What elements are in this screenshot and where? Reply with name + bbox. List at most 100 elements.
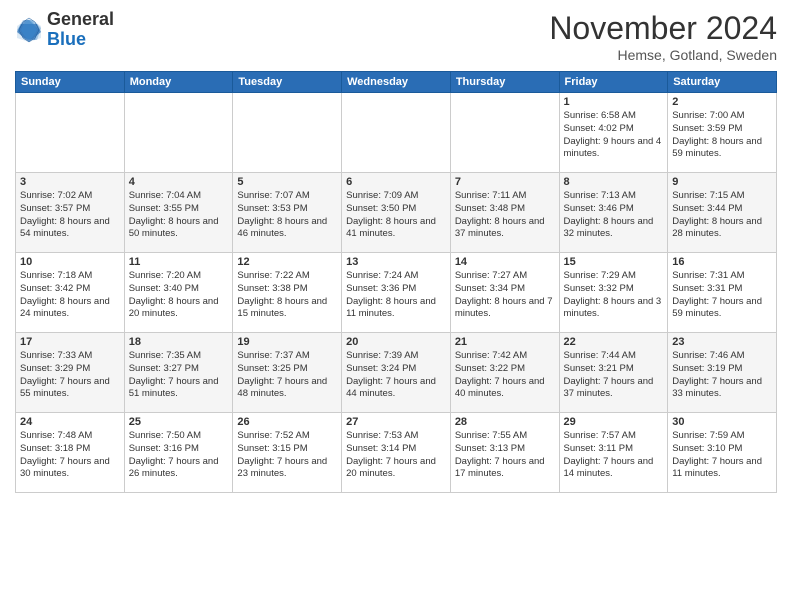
day-number: 21 bbox=[455, 336, 555, 348]
day-number: 20 bbox=[346, 336, 446, 348]
cell-3-5: 22 Sunrise: 7:44 AMSunset: 3:21 PMDayligh… bbox=[559, 333, 668, 413]
day-info: Sunrise: 7:27 AMSunset: 3:34 PMDaylight:… bbox=[455, 270, 555, 321]
header-friday: Friday bbox=[559, 72, 668, 93]
cell-2-1: 11 Sunrise: 7:20 AMSunset: 3:40 PMDayligh… bbox=[124, 253, 233, 333]
logo-general-text: General bbox=[47, 9, 114, 29]
cell-2-4: 14 Sunrise: 7:27 AMSunset: 3:34 PMDayligh… bbox=[450, 253, 559, 333]
logo: General Blue bbox=[15, 10, 114, 50]
week-row-1: 3 Sunrise: 7:02 AMSunset: 3:57 PMDaylight… bbox=[16, 173, 777, 253]
day-info: Sunrise: 7:15 AMSunset: 3:44 PMDaylight:… bbox=[672, 190, 772, 241]
day-info: Sunrise: 7:00 AMSunset: 3:59 PMDaylight:… bbox=[672, 110, 772, 161]
day-info: Sunrise: 7:57 AMSunset: 3:11 PMDaylight:… bbox=[564, 430, 664, 481]
day-info: Sunrise: 7:13 AMSunset: 3:46 PMDaylight:… bbox=[564, 190, 664, 241]
logo-text: General Blue bbox=[47, 10, 114, 50]
day-number: 27 bbox=[346, 416, 446, 428]
day-number: 11 bbox=[129, 256, 229, 268]
day-number: 28 bbox=[455, 416, 555, 428]
cell-4-6: 30 Sunrise: 7:59 AMSunset: 3:10 PMDayligh… bbox=[668, 413, 777, 493]
day-info: Sunrise: 7:35 AMSunset: 3:27 PMDaylight:… bbox=[129, 350, 229, 401]
cell-1-6: 9 Sunrise: 7:15 AMSunset: 3:44 PMDaylight… bbox=[668, 173, 777, 253]
day-number: 2 bbox=[672, 96, 772, 108]
calendar-page: General Blue November 2024 Hemse, Gotlan… bbox=[0, 0, 792, 612]
day-number: 18 bbox=[129, 336, 229, 348]
cell-3-6: 23Sunrise: 7:46 AMSunset: 3:19 PMDayligh… bbox=[668, 333, 777, 413]
day-info: Sunrise: 7:44 AMSunset: 3:21 PMDaylight:… bbox=[564, 350, 664, 401]
day-number: 14 bbox=[455, 256, 555, 268]
day-number: 24 bbox=[20, 416, 120, 428]
day-info: Sunrise: 7:48 AMSunset: 3:18 PMDaylight:… bbox=[20, 430, 120, 481]
day-info: Sunrise: 7:33 AMSunset: 3:29 PMDaylight:… bbox=[20, 350, 120, 401]
day-info: Sunrise: 7:02 AMSunset: 3:57 PMDaylight:… bbox=[20, 190, 120, 241]
day-info: Sunrise: 7:09 AMSunset: 3:50 PMDaylight:… bbox=[346, 190, 446, 241]
header-tuesday: Tuesday bbox=[233, 72, 342, 93]
cell-1-1: 4Sunrise: 7:04 AMSunset: 3:55 PMDaylight… bbox=[124, 173, 233, 253]
cell-4-0: 24 Sunrise: 7:48 AMSunset: 3:18 PMDayligh… bbox=[16, 413, 125, 493]
cell-2-0: 10Sunrise: 7:18 AMSunset: 3:42 PMDayligh… bbox=[16, 253, 125, 333]
cell-1-3: 6 Sunrise: 7:09 AMSunset: 3:50 PMDaylight… bbox=[342, 173, 451, 253]
week-row-4: 24 Sunrise: 7:48 AMSunset: 3:18 PMDayligh… bbox=[16, 413, 777, 493]
header-thursday: Thursday bbox=[450, 72, 559, 93]
day-info: Sunrise: 7:55 AMSunset: 3:13 PMDaylight:… bbox=[455, 430, 555, 481]
cell-0-3 bbox=[342, 93, 451, 173]
location: Hemse, Gotland, Sweden bbox=[549, 47, 777, 63]
day-info: Sunrise: 7:42 AMSunset: 3:22 PMDaylight:… bbox=[455, 350, 555, 401]
cell-3-0: 17 Sunrise: 7:33 AMSunset: 3:29 PMDayligh… bbox=[16, 333, 125, 413]
cell-1-4: 7Sunrise: 7:11 AMSunset: 3:48 PMDaylight… bbox=[450, 173, 559, 253]
day-number: 13 bbox=[346, 256, 446, 268]
header-sunday: Sunday bbox=[16, 72, 125, 93]
day-number: 5 bbox=[237, 176, 337, 188]
calendar-header-row: Sunday Monday Tuesday Wednesday Thursday… bbox=[16, 72, 777, 93]
cell-0-4 bbox=[450, 93, 559, 173]
day-number: 17 bbox=[20, 336, 120, 348]
cell-1-5: 8Sunrise: 7:13 AMSunset: 3:46 PMDaylight… bbox=[559, 173, 668, 253]
day-number: 6 bbox=[346, 176, 446, 188]
day-number: 29 bbox=[564, 416, 664, 428]
day-info: Sunrise: 7:24 AMSunset: 3:36 PMDaylight:… bbox=[346, 270, 446, 321]
cell-0-2 bbox=[233, 93, 342, 173]
day-info: Sunrise: 6:58 AMSunset: 4:02 PMDaylight:… bbox=[564, 110, 664, 161]
logo-blue-text: Blue bbox=[47, 29, 86, 49]
day-info: Sunrise: 7:29 AMSunset: 3:32 PMDaylight:… bbox=[564, 270, 664, 321]
week-row-3: 17 Sunrise: 7:33 AMSunset: 3:29 PMDayligh… bbox=[16, 333, 777, 413]
header: General Blue November 2024 Hemse, Gotlan… bbox=[15, 10, 777, 63]
cell-2-2: 12Sunrise: 7:22 AMSunset: 3:38 PMDayligh… bbox=[233, 253, 342, 333]
day-info: Sunrise: 7:31 AMSunset: 3:31 PMDaylight:… bbox=[672, 270, 772, 321]
day-number: 25 bbox=[129, 416, 229, 428]
cell-1-2: 5 Sunrise: 7:07 AMSunset: 3:53 PMDaylight… bbox=[233, 173, 342, 253]
day-info: Sunrise: 7:20 AMSunset: 3:40 PMDaylight:… bbox=[129, 270, 229, 321]
day-number: 22 bbox=[564, 336, 664, 348]
header-monday: Monday bbox=[124, 72, 233, 93]
cell-0-5: 1 Sunrise: 6:58 AMSunset: 4:02 PMDaylight… bbox=[559, 93, 668, 173]
cell-3-1: 18 Sunrise: 7:35 AMSunset: 3:27 PMDayligh… bbox=[124, 333, 233, 413]
day-number: 1 bbox=[564, 96, 664, 108]
day-info: Sunrise: 7:07 AMSunset: 3:53 PMDaylight:… bbox=[237, 190, 337, 241]
header-saturday: Saturday bbox=[668, 72, 777, 93]
cell-4-5: 29 Sunrise: 7:57 AMSunset: 3:11 PMDayligh… bbox=[559, 413, 668, 493]
cell-2-3: 13 Sunrise: 7:24 AMSunset: 3:36 PMDayligh… bbox=[342, 253, 451, 333]
cell-4-4: 28 Sunrise: 7:55 AMSunset: 3:13 PMDayligh… bbox=[450, 413, 559, 493]
cell-3-4: 21 Sunrise: 7:42 AMSunset: 3:22 PMDayligh… bbox=[450, 333, 559, 413]
day-info: Sunrise: 7:11 AMSunset: 3:48 PMDaylight:… bbox=[455, 190, 555, 241]
day-info: Sunrise: 7:53 AMSunset: 3:14 PMDaylight:… bbox=[346, 430, 446, 481]
cell-2-5: 15 Sunrise: 7:29 AMSunset: 3:32 PMDayligh… bbox=[559, 253, 668, 333]
day-number: 15 bbox=[564, 256, 664, 268]
month-title: November 2024 bbox=[549, 10, 777, 47]
day-info: Sunrise: 7:50 AMSunset: 3:16 PMDaylight:… bbox=[129, 430, 229, 481]
day-number: 9 bbox=[672, 176, 772, 188]
day-number: 3 bbox=[20, 176, 120, 188]
cell-4-2: 26Sunrise: 7:52 AMSunset: 3:15 PMDayligh… bbox=[233, 413, 342, 493]
day-info: Sunrise: 7:37 AMSunset: 3:25 PMDaylight:… bbox=[237, 350, 337, 401]
day-number: 10 bbox=[20, 256, 120, 268]
day-number: 26 bbox=[237, 416, 337, 428]
day-number: 30 bbox=[672, 416, 772, 428]
header-wednesday: Wednesday bbox=[342, 72, 451, 93]
cell-2-6: 16 Sunrise: 7:31 AMSunset: 3:31 PMDayligh… bbox=[668, 253, 777, 333]
title-block: November 2024 Hemse, Gotland, Sweden bbox=[549, 10, 777, 63]
day-number: 16 bbox=[672, 256, 772, 268]
cell-3-3: 20Sunrise: 7:39 AMSunset: 3:24 PMDayligh… bbox=[342, 333, 451, 413]
day-info: Sunrise: 7:59 AMSunset: 3:10 PMDaylight:… bbox=[672, 430, 772, 481]
cell-4-1: 25 Sunrise: 7:50 AMSunset: 3:16 PMDayligh… bbox=[124, 413, 233, 493]
calendar-table: Sunday Monday Tuesday Wednesday Thursday… bbox=[15, 71, 777, 493]
cell-4-3: 27 Sunrise: 7:53 AMSunset: 3:14 PMDayligh… bbox=[342, 413, 451, 493]
day-info: Sunrise: 7:22 AMSunset: 3:38 PMDaylight:… bbox=[237, 270, 337, 321]
